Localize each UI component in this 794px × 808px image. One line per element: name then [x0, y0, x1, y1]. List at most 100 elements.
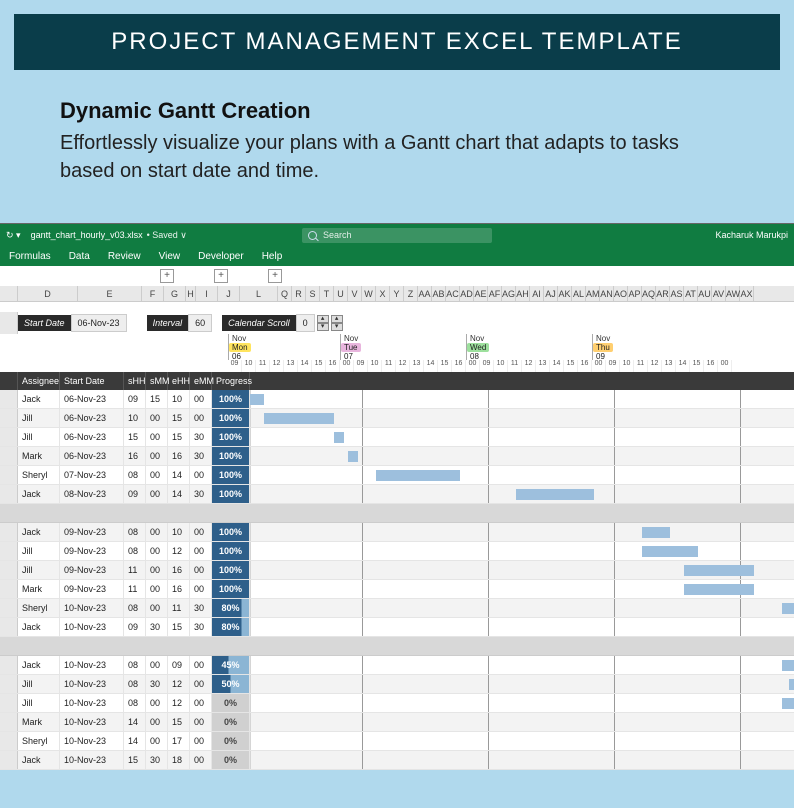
cell-eh[interactable]: 16 [168, 561, 190, 579]
cell-sh[interactable]: 08 [124, 675, 146, 693]
cell-sm[interactable]: 30 [146, 618, 168, 636]
cell-assignee[interactable]: Mark [18, 580, 60, 598]
cell-date[interactable]: 10-Nov-23 [60, 656, 124, 674]
cell-sh[interactable]: 08 [124, 523, 146, 541]
col-header[interactable]: AE [474, 286, 488, 301]
cell-sm[interactable]: 15 [146, 390, 168, 408]
col-header[interactable]: AA [418, 286, 432, 301]
progress-cell[interactable]: 100% [212, 580, 250, 598]
cell-eh[interactable]: 18 [168, 751, 190, 769]
col-header[interactable]: D [18, 286, 78, 301]
cell-eh[interactable]: 15 [168, 428, 190, 446]
col-header[interactable]: L [240, 286, 278, 301]
cell-assignee[interactable]: Jack [18, 618, 60, 636]
progress-cell[interactable]: 0% [212, 732, 250, 750]
cell-sm[interactable]: 00 [146, 599, 168, 617]
cell-sh[interactable]: 15 [124, 751, 146, 769]
cell-eh[interactable]: 17 [168, 732, 190, 750]
col-header[interactable]: AO [614, 286, 628, 301]
cell-sm[interactable]: 00 [146, 466, 168, 484]
cell-date[interactable]: 09-Nov-23 [60, 542, 124, 560]
spinner-down-icon[interactable]: ▾ [317, 323, 329, 331]
cell-date[interactable]: 08-Nov-23 [60, 485, 124, 503]
cell-sh[interactable]: 08 [124, 694, 146, 712]
gantt-bar[interactable] [250, 394, 264, 405]
cell-assignee[interactable]: Sheryl [18, 599, 60, 617]
ribbon-tab-view[interactable]: View [150, 251, 190, 262]
spinner-down-icon[interactable]: ▾ [331, 323, 343, 331]
cell-sh[interactable]: 09 [124, 485, 146, 503]
cell-sm[interactable]: 00 [146, 732, 168, 750]
cell-sm[interactable]: 00 [146, 428, 168, 446]
gantt-bar[interactable] [376, 470, 460, 481]
gantt-bar[interactable] [264, 413, 334, 424]
task-row[interactable]: Jack10-Nov-230800090045% [0, 656, 794, 675]
cell-date[interactable]: 10-Nov-23 [60, 751, 124, 769]
cell-assignee[interactable]: Jill [18, 561, 60, 579]
col-header[interactable]: X [376, 286, 390, 301]
col-header[interactable]: Z [404, 286, 418, 301]
col-header[interactable]: AR [656, 286, 670, 301]
cell-assignee[interactable]: Jill [18, 409, 60, 427]
cell-sm[interactable]: 00 [146, 656, 168, 674]
outline-plus-button[interactable]: + [214, 269, 228, 283]
cell-eh[interactable]: 16 [168, 580, 190, 598]
cell-date[interactable]: 06-Nov-23 [60, 390, 124, 408]
col-header[interactable]: AL [572, 286, 586, 301]
ribbon-tab-review[interactable]: Review [99, 251, 150, 262]
cell-em[interactable]: 30 [190, 428, 212, 446]
gantt-bar[interactable] [782, 660, 794, 671]
col-header[interactable]: R [292, 286, 306, 301]
col-header[interactable]: H [186, 286, 196, 301]
col-header[interactable]: G [164, 286, 186, 301]
gantt-bar[interactable] [516, 489, 594, 500]
col-header[interactable]: AF [488, 286, 502, 301]
cell-sh[interactable]: 11 [124, 561, 146, 579]
scroll-value[interactable]: 0 [296, 314, 315, 332]
cell-assignee[interactable]: Jack [18, 485, 60, 503]
gantt-bar[interactable] [348, 451, 358, 462]
progress-cell[interactable]: 100% [212, 542, 250, 560]
cell-assignee[interactable]: Sheryl [18, 466, 60, 484]
progress-cell[interactable]: 100% [212, 466, 250, 484]
cell-sh[interactable]: 10 [124, 409, 146, 427]
cell-sh[interactable]: 09 [124, 390, 146, 408]
cell-em[interactable]: 00 [190, 390, 212, 408]
col-header[interactable]: AV [712, 286, 726, 301]
cell-sm[interactable]: 00 [146, 409, 168, 427]
col-header[interactable]: AN [600, 286, 614, 301]
cell-sm[interactable]: 30 [146, 675, 168, 693]
ribbon-tab-help[interactable]: Help [253, 251, 292, 262]
col-header[interactable]: S [306, 286, 320, 301]
cell-eh[interactable]: 12 [168, 542, 190, 560]
col-header[interactable]: AG [502, 286, 516, 301]
cell-date[interactable]: 10-Nov-23 [60, 732, 124, 750]
cell-sh[interactable]: 15 [124, 428, 146, 446]
task-row[interactable]: Mark10-Nov-23140015000% [0, 713, 794, 732]
cell-sm[interactable]: 00 [146, 713, 168, 731]
cell-assignee[interactable]: Jill [18, 694, 60, 712]
progress-cell[interactable]: 50% [212, 675, 250, 693]
task-row[interactable]: Sheryl10-Nov-23140017000% [0, 732, 794, 751]
cell-eh[interactable]: 12 [168, 694, 190, 712]
cell-eh[interactable]: 16 [168, 447, 190, 465]
cell-sh[interactable]: 14 [124, 732, 146, 750]
cell-em[interactable]: 00 [190, 542, 212, 560]
cell-eh[interactable]: 15 [168, 409, 190, 427]
col-header[interactable]: AI [530, 286, 544, 301]
col-header[interactable]: AP [628, 286, 642, 301]
cell-date[interactable]: 10-Nov-23 [60, 675, 124, 693]
gantt-bar[interactable] [782, 698, 794, 709]
progress-cell[interactable]: 80% [212, 618, 250, 636]
task-row[interactable]: Sheryl10-Nov-230800113080% [0, 599, 794, 618]
cell-sm[interactable]: 30 [146, 751, 168, 769]
cell-em[interactable]: 00 [190, 675, 212, 693]
cell-em[interactable]: 30 [190, 618, 212, 636]
cell-eh[interactable]: 10 [168, 390, 190, 408]
ribbon-tab-formulas[interactable]: Formulas [0, 251, 60, 262]
task-row[interactable]: Jack10-Nov-23153018000% [0, 751, 794, 770]
cell-eh[interactable]: 15 [168, 713, 190, 731]
cell-em[interactable]: 30 [190, 485, 212, 503]
progress-cell[interactable]: 100% [212, 523, 250, 541]
cell-sh[interactable]: 08 [124, 656, 146, 674]
